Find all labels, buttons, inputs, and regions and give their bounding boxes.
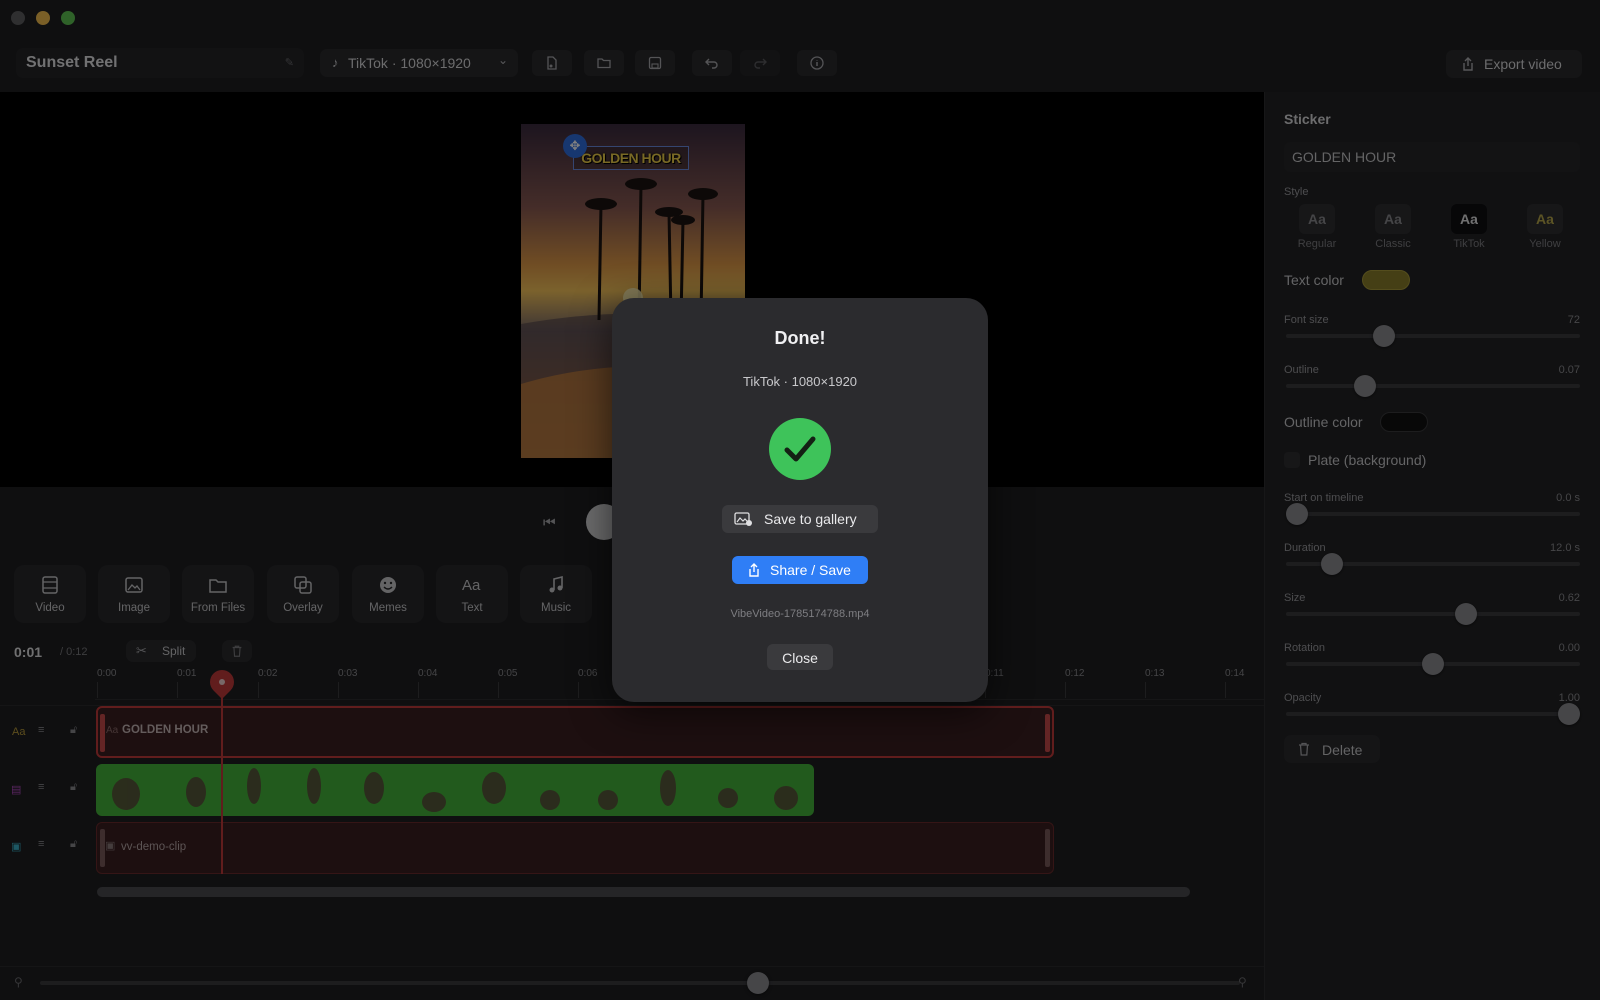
close-dialog-button[interactable]: Close [767, 644, 833, 670]
close-label: Close [782, 650, 818, 666]
export-done-dialog: Done! TikTok · 1080×1920 Save to gallery… [612, 298, 988, 702]
dialog-title: Done! [774, 328, 826, 348]
app-window: Sunset Reel ✎ ♪ TikTok · 1080×1920 ⌄ Exp… [0, 0, 1600, 1000]
dialog-subtitle: TikTok · 1080×1920 [742, 374, 858, 389]
share-save-button[interactable]: Share / Save [732, 556, 868, 584]
save-to-gallery-button[interactable]: Save to gallery [722, 505, 878, 533]
success-check-icon [769, 418, 831, 480]
save-to-gallery-label: Save to gallery [764, 511, 857, 527]
photo-icon [734, 512, 752, 526]
share-save-label: Share / Save [770, 562, 851, 578]
share-icon [749, 563, 759, 577]
exported-filename: VibeVideo-1785174788.mp4 [730, 608, 870, 620]
